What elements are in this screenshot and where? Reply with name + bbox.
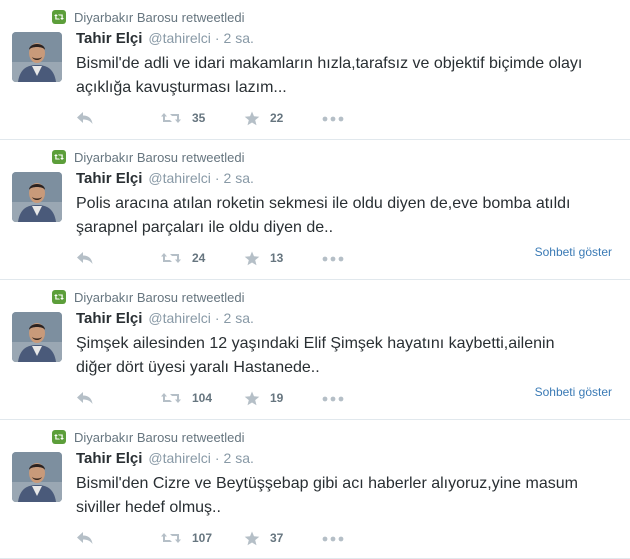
tweet-header: Tahir Elçi @tahirelci · 2 sa. [76,170,254,190]
tweet-text-line: açıklığa kavuşturması lazım... [76,79,287,96]
favorite-count: 19 [270,391,284,405]
show-conversation-link[interactable]: Sohbeti göster [535,245,612,259]
reply-icon [76,251,94,265]
header-separator: · [214,450,220,466]
retweeted-by-label[interactable]: Diyarbakır Barosu retweetledi [74,150,245,165]
retweet-count: 35 [192,111,206,125]
retweet-badge-icon [52,150,66,164]
favorite-button[interactable]: 22 [244,111,294,126]
author-handle[interactable]: @tahirelci [148,30,210,46]
tweet-card[interactable]: Diyarbakır Barosu retweetledi Tahir Elçi @… [0,420,630,559]
tweet-text-line: Polis aracına atılan roketin sekmesi ile… [76,195,571,212]
more-button[interactable] [322,251,344,265]
retweet-context[interactable]: Diyarbakır Barosu retweetledi [52,428,245,446]
favorite-button[interactable]: 19 [244,391,294,406]
author-name[interactable]: Tahir Elçi [76,30,142,47]
tweet-header: Tahir Elçi @tahirelci · 2 sa. [76,30,254,50]
reply-icon [76,391,94,405]
retweet-count: 24 [192,251,206,265]
tweet-timestamp[interactable]: 2 sa. [224,450,254,466]
star-icon [244,111,260,126]
retweet-badge-icon [52,430,66,444]
retweet-count: 104 [192,391,213,405]
tweet-timestamp[interactable]: 2 sa. [224,310,254,326]
reply-button[interactable] [76,111,94,125]
retweet-context[interactable]: Diyarbakır Barosu retweetledi [52,288,245,306]
more-dots-icon [322,111,344,125]
retweeted-by-label[interactable]: Diyarbakır Barosu retweetledi [74,10,245,25]
tweet-actions: 107 37 [76,528,344,548]
retweeted-by-label[interactable]: Diyarbakır Barosu retweetledi [74,430,245,445]
show-conversation-link[interactable]: Sohbeti göster [535,385,612,399]
retweet-icon [160,111,182,125]
tweet-timestamp[interactable]: 2 sa. [224,170,254,186]
star-icon [244,251,260,266]
header-separator: · [214,310,220,326]
retweet-icon [160,251,182,265]
retweet-context[interactable]: Diyarbakır Barosu retweetledi [52,148,245,166]
retweet-icon [160,391,182,405]
more-dots-icon [322,531,344,545]
more-dots-icon [322,391,344,405]
more-button[interactable] [322,531,344,545]
author-handle[interactable]: @tahirelci [148,310,210,326]
star-icon [244,391,260,406]
retweet-icon [160,531,182,545]
author-handle[interactable]: @tahirelci [148,450,210,466]
avatar[interactable] [12,312,62,362]
retweet-button[interactable]: 35 [160,111,216,125]
favorite-button[interactable]: 13 [244,251,294,266]
tweet-text-line: Bismil'den Cizre ve Beytüşşebap gibi acı… [76,475,578,492]
star-icon [244,531,260,546]
more-button[interactable] [322,391,344,405]
tweet-actions: 24 13 [76,248,344,268]
tweet-actions: 35 22 [76,108,344,128]
favorite-count: 22 [270,111,284,125]
header-separator: · [214,30,220,46]
author-name[interactable]: Tahir Elçi [76,450,142,467]
reply-icon [76,531,94,545]
retweet-button[interactable]: 24 [160,251,216,265]
tweet-text-line: siviller hedef olmuş.. [76,499,221,516]
retweet-context[interactable]: Diyarbakır Barosu retweetledi [52,8,245,26]
avatar[interactable] [12,452,62,502]
tweet-text: Bismil'de adli ve idari makamların hızla… [76,52,616,100]
author-name[interactable]: Tahir Elçi [76,310,142,327]
author-name[interactable]: Tahir Elçi [76,170,142,187]
tweet-card[interactable]: Diyarbakır Barosu retweetledi Tahir Elçi @… [0,280,630,420]
tweet-timestamp[interactable]: 2 sa. [224,30,254,46]
favorite-count: 13 [270,251,284,265]
reply-button[interactable] [76,251,94,265]
retweet-count: 107 [192,531,213,545]
tweet-text-line: diğer dört üyesi yaralı Hastanede.. [76,359,320,376]
tweet-header: Tahir Elçi @tahirelci · 2 sa. [76,450,254,470]
reply-button[interactable] [76,531,94,545]
avatar[interactable] [12,172,62,222]
favorite-count: 37 [270,531,284,545]
tweet-header: Tahir Elçi @tahirelci · 2 sa. [76,310,254,330]
timeline: Diyarbakır Barosu retweetledi Tahir Elçi @… [0,0,630,559]
retweet-badge-icon [52,10,66,24]
tweet-text: Polis aracına atılan roketin sekmesi ile… [76,192,616,240]
tweet-card[interactable]: Diyarbakır Barosu retweetledi Tahir Elçi @… [0,0,630,140]
retweeted-by-label[interactable]: Diyarbakır Barosu retweetledi [74,290,245,305]
tweet-text-line: şarapnel parçaları ile oldu diyen de.. [76,219,334,236]
more-button[interactable] [322,111,344,125]
author-handle[interactable]: @tahirelci [148,170,210,186]
avatar[interactable] [12,32,62,82]
retweet-button[interactable]: 107 [160,531,216,545]
tweet-text: Şimşek ailesinden 12 yaşındaki Elif Şimş… [76,332,616,380]
reply-button[interactable] [76,391,94,405]
retweet-badge-icon [52,290,66,304]
header-separator: · [214,170,220,186]
retweet-button[interactable]: 104 [160,391,216,405]
tweet-text-line: Bismil'de adli ve idari makamların hızla… [76,55,583,72]
reply-icon [76,111,94,125]
tweet-text: Bismil'den Cizre ve Beytüşşebap gibi acı… [76,472,616,520]
more-dots-icon [322,251,344,265]
tweet-actions: 104 19 [76,388,344,408]
tweet-card[interactable]: Diyarbakır Barosu retweetledi Tahir Elçi @… [0,140,630,280]
tweet-text-line: Şimşek ailesinden 12 yaşındaki Elif Şimş… [76,335,555,352]
favorite-button[interactable]: 37 [244,531,294,546]
